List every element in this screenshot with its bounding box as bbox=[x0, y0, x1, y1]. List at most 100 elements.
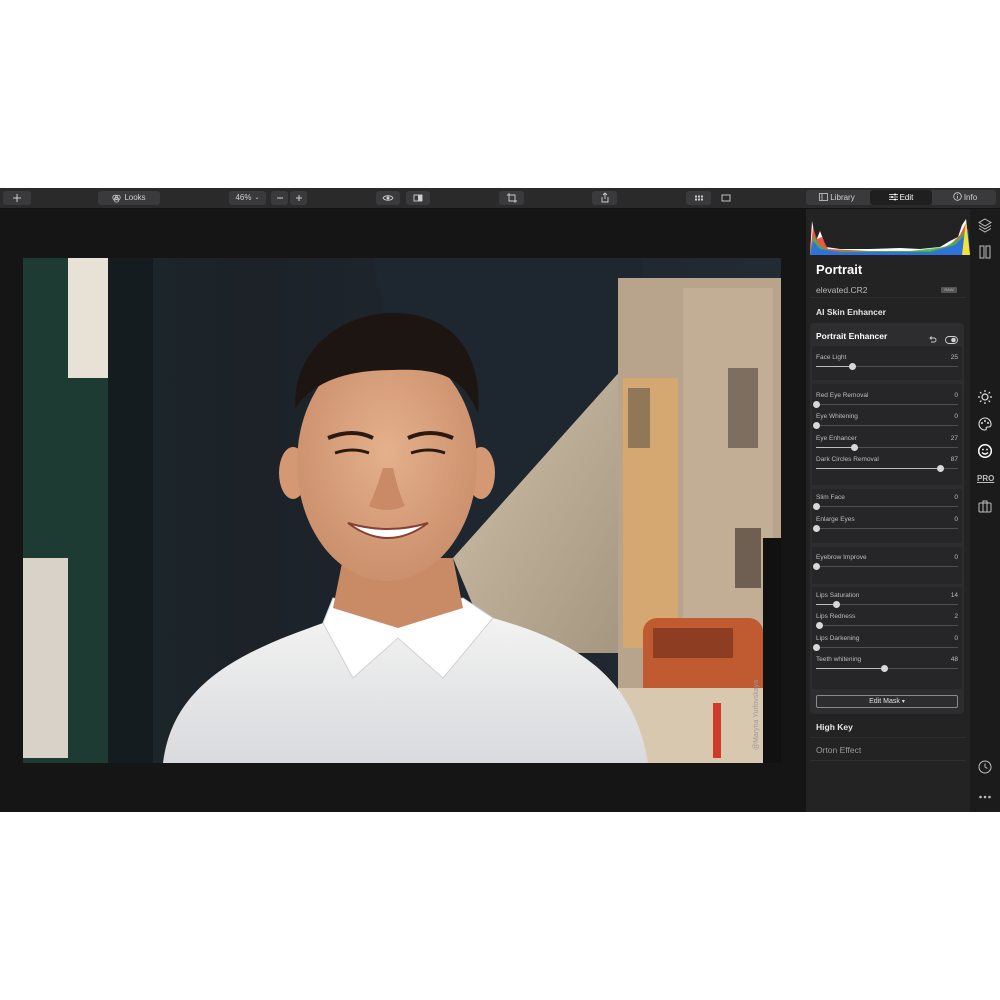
photo-watermark: @Maryna Yurlovskaya bbox=[753, 679, 760, 750]
slider-value: 2 bbox=[954, 613, 958, 620]
compare-panel-icon[interactable] bbox=[977, 244, 993, 260]
slider-value: 25 bbox=[950, 354, 958, 361]
tab-info-label: Info bbox=[963, 193, 978, 202]
slider-track[interactable] bbox=[816, 404, 958, 405]
slider-label: Eye Enhancer bbox=[816, 435, 857, 442]
zoom-in-button[interactable] bbox=[290, 191, 307, 205]
slider-track[interactable] bbox=[816, 528, 958, 529]
slider-lips-darkening[interactable]: Lips Darkening 0 bbox=[813, 635, 958, 655]
slider-track[interactable] bbox=[816, 566, 958, 567]
looks-label: Looks bbox=[124, 193, 146, 202]
single-view-button[interactable] bbox=[713, 191, 738, 205]
slider-track[interactable] bbox=[816, 425, 958, 426]
slider-handle[interactable] bbox=[813, 563, 820, 570]
raw-badge: RAW bbox=[941, 287, 957, 293]
slider-label: Eyebrow Improve bbox=[816, 554, 867, 561]
slider-fill bbox=[816, 468, 940, 469]
zoom-select[interactable]: 46% ⌄ bbox=[229, 191, 266, 205]
section-high-key[interactable]: High Key bbox=[816, 722, 853, 732]
histogram bbox=[810, 219, 970, 255]
pro-icon[interactable]: PRO bbox=[977, 471, 994, 487]
crop-button[interactable] bbox=[499, 191, 524, 205]
slider-handle[interactable] bbox=[813, 525, 820, 532]
slider-slim-face[interactable]: Slim Face 0 bbox=[813, 494, 958, 514]
single-view-icon bbox=[721, 194, 730, 202]
slider-handle[interactable] bbox=[851, 444, 859, 451]
compare-button[interactable] bbox=[406, 191, 430, 205]
slider-handle[interactable] bbox=[881, 665, 889, 672]
slider-handle[interactable] bbox=[813, 422, 820, 429]
slider-handle[interactable] bbox=[832, 601, 840, 608]
chevron-down-icon: ▾ bbox=[901, 699, 905, 705]
slider-handle[interactable] bbox=[815, 622, 823, 629]
slider-handle[interactable] bbox=[936, 465, 944, 472]
portrait-enhancer-card: Portrait Enhancer Face Light 25 Red Eye Re… bbox=[810, 323, 964, 714]
more-icon[interactable] bbox=[977, 789, 993, 805]
eye-icon bbox=[382, 195, 394, 201]
sun-icon[interactable] bbox=[977, 389, 993, 405]
section-ai-skin-enhancer[interactable]: AI Skin Enhancer bbox=[816, 307, 886, 317]
slider-handle[interactable] bbox=[813, 401, 820, 408]
slider-dark-circles-removal[interactable]: Dark Circles Removal 87 bbox=[816, 456, 958, 476]
undo-icon[interactable] bbox=[928, 335, 937, 344]
bag-icon[interactable] bbox=[977, 498, 993, 514]
tab-edit[interactable]: Edit bbox=[870, 190, 932, 205]
slider-track[interactable] bbox=[816, 506, 958, 507]
library-icon bbox=[819, 193, 829, 201]
zoom-value: 46% bbox=[235, 193, 252, 202]
face-icon[interactable] bbox=[977, 443, 993, 459]
slider-red-eye-removal[interactable]: Red Eye Removal 0 bbox=[813, 392, 958, 412]
slider-teeth-whitening[interactable]: Teeth whitening 48 bbox=[816, 656, 958, 676]
grid-icon bbox=[694, 195, 703, 201]
palette-icon[interactable] bbox=[977, 416, 993, 432]
slider-eyebrow-improve[interactable]: Eyebrow Improve 0 bbox=[813, 554, 958, 574]
slider-face-light[interactable]: Face Light 25 bbox=[816, 354, 958, 374]
layers-icon[interactable] bbox=[977, 217, 993, 233]
slider-track[interactable] bbox=[816, 625, 958, 626]
slider-value: 0 bbox=[954, 392, 958, 399]
slider-track[interactable] bbox=[816, 647, 958, 648]
slider-handle[interactable] bbox=[848, 363, 856, 370]
card-title[interactable]: Portrait Enhancer bbox=[816, 331, 887, 341]
looks-button[interactable]: Looks bbox=[98, 191, 160, 205]
slider-handle[interactable] bbox=[813, 644, 820, 651]
slider-fill bbox=[816, 366, 852, 367]
toggle-visibility-icon[interactable] bbox=[945, 335, 958, 344]
tab-library[interactable]: Library bbox=[806, 190, 868, 205]
slider-label: Enlarge Eyes bbox=[816, 516, 855, 523]
preview-button[interactable] bbox=[376, 191, 400, 205]
edit-sliders-icon bbox=[888, 193, 898, 201]
add-button[interactable] bbox=[3, 191, 31, 205]
divider bbox=[810, 760, 966, 761]
panel-title: Portrait bbox=[816, 262, 863, 277]
plus-icon bbox=[295, 195, 302, 201]
edit-mask-button[interactable]: Edit Mask ▾ bbox=[816, 695, 958, 708]
slider-lips-saturation[interactable]: Lips Saturation 14 bbox=[816, 592, 958, 612]
share-icon bbox=[601, 192, 608, 203]
portrait-photo[interactable]: @Maryna Yurlovskaya bbox=[23, 258, 781, 763]
history-icon[interactable] bbox=[977, 759, 993, 775]
share-button[interactable] bbox=[592, 191, 617, 205]
slider-label: Dark Circles Removal bbox=[816, 456, 879, 463]
section-orton-effect[interactable]: Orton Effect bbox=[816, 745, 861, 755]
slider-label: Lips Redness bbox=[816, 613, 856, 620]
chevron-down-icon: ⌄ bbox=[254, 195, 260, 201]
slider-lips-redness[interactable]: Lips Redness 2 bbox=[815, 613, 958, 633]
plus-icon bbox=[13, 194, 21, 202]
top-toolbar: Looks 46% ⌄ Library Edit Info bbox=[0, 188, 1000, 209]
slider-value: 14 bbox=[950, 592, 958, 599]
grid-view-button[interactable] bbox=[686, 191, 711, 205]
zoom-out-button[interactable] bbox=[271, 191, 288, 205]
slider-label: Red Eye Removal bbox=[816, 392, 869, 399]
slider-handle[interactable] bbox=[813, 503, 820, 510]
mode-tabs: Library Edit Info bbox=[806, 190, 996, 205]
slider-eye-enhancer[interactable]: Eye Enhancer 27 bbox=[816, 435, 958, 455]
slider-enlarge-eyes[interactable]: Enlarge Eyes 0 bbox=[813, 516, 958, 536]
slider-label: Lips Darkening bbox=[816, 635, 860, 642]
looks-icon bbox=[112, 194, 121, 203]
edit-mask-label: Edit Mask bbox=[869, 698, 900, 705]
app-window: Looks 46% ⌄ Library Edit Info @Maryna Yu… bbox=[0, 188, 1000, 812]
tab-info[interactable]: Info bbox=[934, 190, 996, 205]
slider-eye-whitening[interactable]: Eye Whitening 0 bbox=[813, 413, 958, 433]
info-icon bbox=[953, 192, 962, 201]
